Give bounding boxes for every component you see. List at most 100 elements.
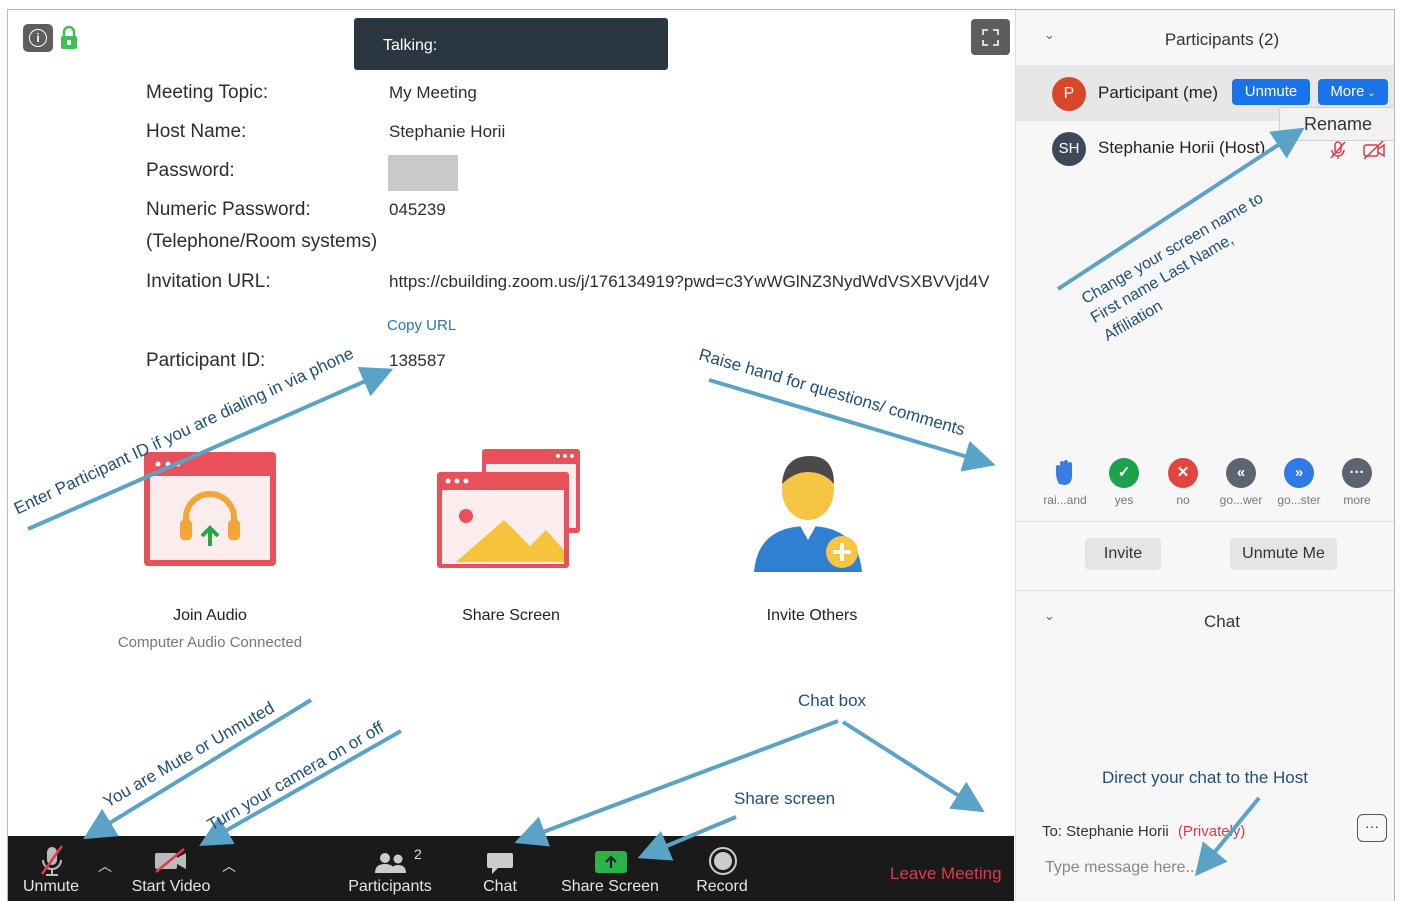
numeric-password-label: Numeric Password: <box>146 199 311 220</box>
avatar: SH <box>1052 132 1086 166</box>
info-icon: i <box>29 29 47 47</box>
record-icon <box>709 847 737 875</box>
arrow-chat-box-left <box>514 719 839 847</box>
reaction-more[interactable]: ··· more <box>1327 458 1387 507</box>
more-icon: ··· <box>1342 458 1372 488</box>
invite-button[interactable]: Invite <box>1085 538 1161 570</box>
record-button[interactable]: Record <box>688 842 756 898</box>
meeting-topic-value: My Meeting <box>389 83 477 102</box>
chat-recipient-label: To: Stephanie Horii <box>1042 823 1169 840</box>
participants-icon <box>375 853 406 873</box>
reaction-no[interactable]: ✕ no <box>1153 458 1213 507</box>
go-faster-icon: » <box>1284 458 1314 488</box>
audio-options-chevron-icon[interactable]: ︿ <box>98 856 112 876</box>
talking-indicator: Talking: <box>354 18 668 70</box>
share-screen-tile[interactable] <box>434 446 584 570</box>
join-audio-status: Computer Audio Connected <box>117 634 303 651</box>
participants-count: 2 <box>414 846 422 862</box>
reaction-label: go...ster <box>1277 493 1321 507</box>
chat-message-input[interactable]: Type message here... <box>1045 859 1199 877</box>
invitation-url-label: Invitation URL: <box>146 271 271 292</box>
unmute-label: Unmute <box>22 878 80 895</box>
record-label: Record <box>696 878 748 895</box>
reaction-label: yes <box>1114 493 1134 507</box>
arrow-chat-box-right <box>841 720 985 813</box>
chat-panel-title: Chat <box>1204 612 1240 631</box>
reaction-go-slower[interactable]: « go...wer <box>1211 458 1271 507</box>
video-off-icon <box>155 848 186 873</box>
annotation-raise-hand: Raise hand for questions/ comments <box>696 345 968 440</box>
unmute-button[interactable]: Unmute <box>18 842 84 898</box>
password-redacted <box>388 155 458 191</box>
share-screen-label: Share Screen <box>462 607 560 624</box>
avatar: P <box>1052 77 1086 111</box>
participant-id-value: 138587 <box>389 351 446 370</box>
numeric-password-value: 045239 <box>389 200 446 219</box>
chat-button[interactable]: Chat <box>470 842 530 898</box>
start-video-button[interactable]: Start Video <box>126 842 216 898</box>
participant-name-host: Stephanie Horii (Host) <box>1098 138 1266 157</box>
start-video-label: Start Video <box>131 878 211 895</box>
host-name-label: Host Name: <box>146 121 247 142</box>
share-screen-arrow-icon <box>595 851 627 873</box>
video-off-icon <box>1363 140 1385 160</box>
headphones-icon <box>144 452 276 566</box>
join-audio-tile[interactable] <box>138 446 278 568</box>
arrow-camera <box>199 729 402 846</box>
participant-id-label: Participant ID: <box>146 350 266 371</box>
raise-hand-icon <box>1050 458 1080 488</box>
reaction-yes[interactable]: ✓ yes <box>1094 458 1154 507</box>
chat-recipient[interactable]: To: Stephanie Horii (Privately) <box>1042 823 1245 840</box>
chevron-down-icon: ⌄ <box>1364 88 1376 99</box>
muted-mic-icon <box>1330 141 1346 159</box>
unmute-me-button[interactable]: Unmute Me <box>1230 538 1337 570</box>
participant-row-host[interactable]: SH Stephanie Horii (Host) <box>1016 122 1394 174</box>
leave-meeting-button[interactable]: Leave Meeting <box>890 864 1002 884</box>
invite-others-label: Invite Others <box>766 607 858 624</box>
share-screen-button[interactable]: Share Screen <box>556 842 664 898</box>
chat-icon <box>487 853 513 874</box>
share-screen-icon <box>437 449 580 568</box>
go-slower-icon: « <box>1226 458 1256 488</box>
chat-label: Chat <box>483 878 517 895</box>
meeting-topic-label: Meeting Topic: <box>146 82 269 103</box>
reaction-go-faster[interactable]: » go...ster <box>1269 458 1329 507</box>
invitation-url-value: https://cbuilding.zoom.us/j/176134919?pw… <box>389 272 990 291</box>
privately-label: (Privately) <box>1177 823 1246 840</box>
divider <box>1016 521 1394 522</box>
collapse-chat-chevron-icon[interactable]: ⌄ <box>1044 608 1055 624</box>
share-screen-toolbar-label: Share Screen <box>561 878 659 895</box>
collapse-participants-chevron-icon[interactable]: ⌄ <box>1044 27 1055 43</box>
participant-more-button[interactable]: More ⌄ <box>1318 79 1388 105</box>
fullscreen-icon <box>982 29 999 46</box>
join-audio-label: Join Audio <box>173 607 247 624</box>
divider <box>1016 590 1394 591</box>
encryption-lock-icon <box>61 26 77 49</box>
yes-icon: ✓ <box>1109 458 1139 488</box>
invite-person-icon <box>754 456 862 572</box>
annotation-direct-chat: Direct your chat to the Host <box>1102 768 1308 787</box>
reaction-raise-hand[interactable]: rai...and <box>1035 458 1095 507</box>
annotation-share-screen: Share screen <box>734 789 836 808</box>
video-options-chevron-icon[interactable]: ︿ <box>222 856 236 876</box>
chat-more-options-icon[interactable]: ··· <box>1357 814 1387 842</box>
muted-mic-icon <box>40 845 64 876</box>
more-label: More <box>1330 83 1365 100</box>
meeting-info-button[interactable]: i <box>23 24 53 52</box>
fullscreen-button[interactable] <box>971 19 1010 55</box>
copy-url-link[interactable]: Copy URL <box>387 317 456 334</box>
invite-others-tile[interactable] <box>748 442 868 582</box>
participants-label: Participants <box>348 878 432 895</box>
zoom-window: i Talking: Meeting Topic: My Meeting Hos… <box>7 9 1395 901</box>
no-icon: ✕ <box>1168 458 1198 488</box>
password-label: Password: <box>146 160 235 181</box>
reaction-label: more <box>1343 493 1371 507</box>
participants-button[interactable]: 2 Participants <box>338 842 442 898</box>
numeric-password-sub: (Telephone/Room systems) <box>146 231 378 252</box>
participant-name-me: Participant (me) <box>1098 83 1218 102</box>
reaction-label: rai...and <box>1043 493 1087 507</box>
reaction-label: go...wer <box>1219 493 1263 507</box>
participants-panel-title: Participants (2) <box>1164 30 1280 49</box>
host-name-value: Stephanie Horii <box>389 122 506 141</box>
participant-unmute-button[interactable]: Unmute <box>1232 79 1310 105</box>
